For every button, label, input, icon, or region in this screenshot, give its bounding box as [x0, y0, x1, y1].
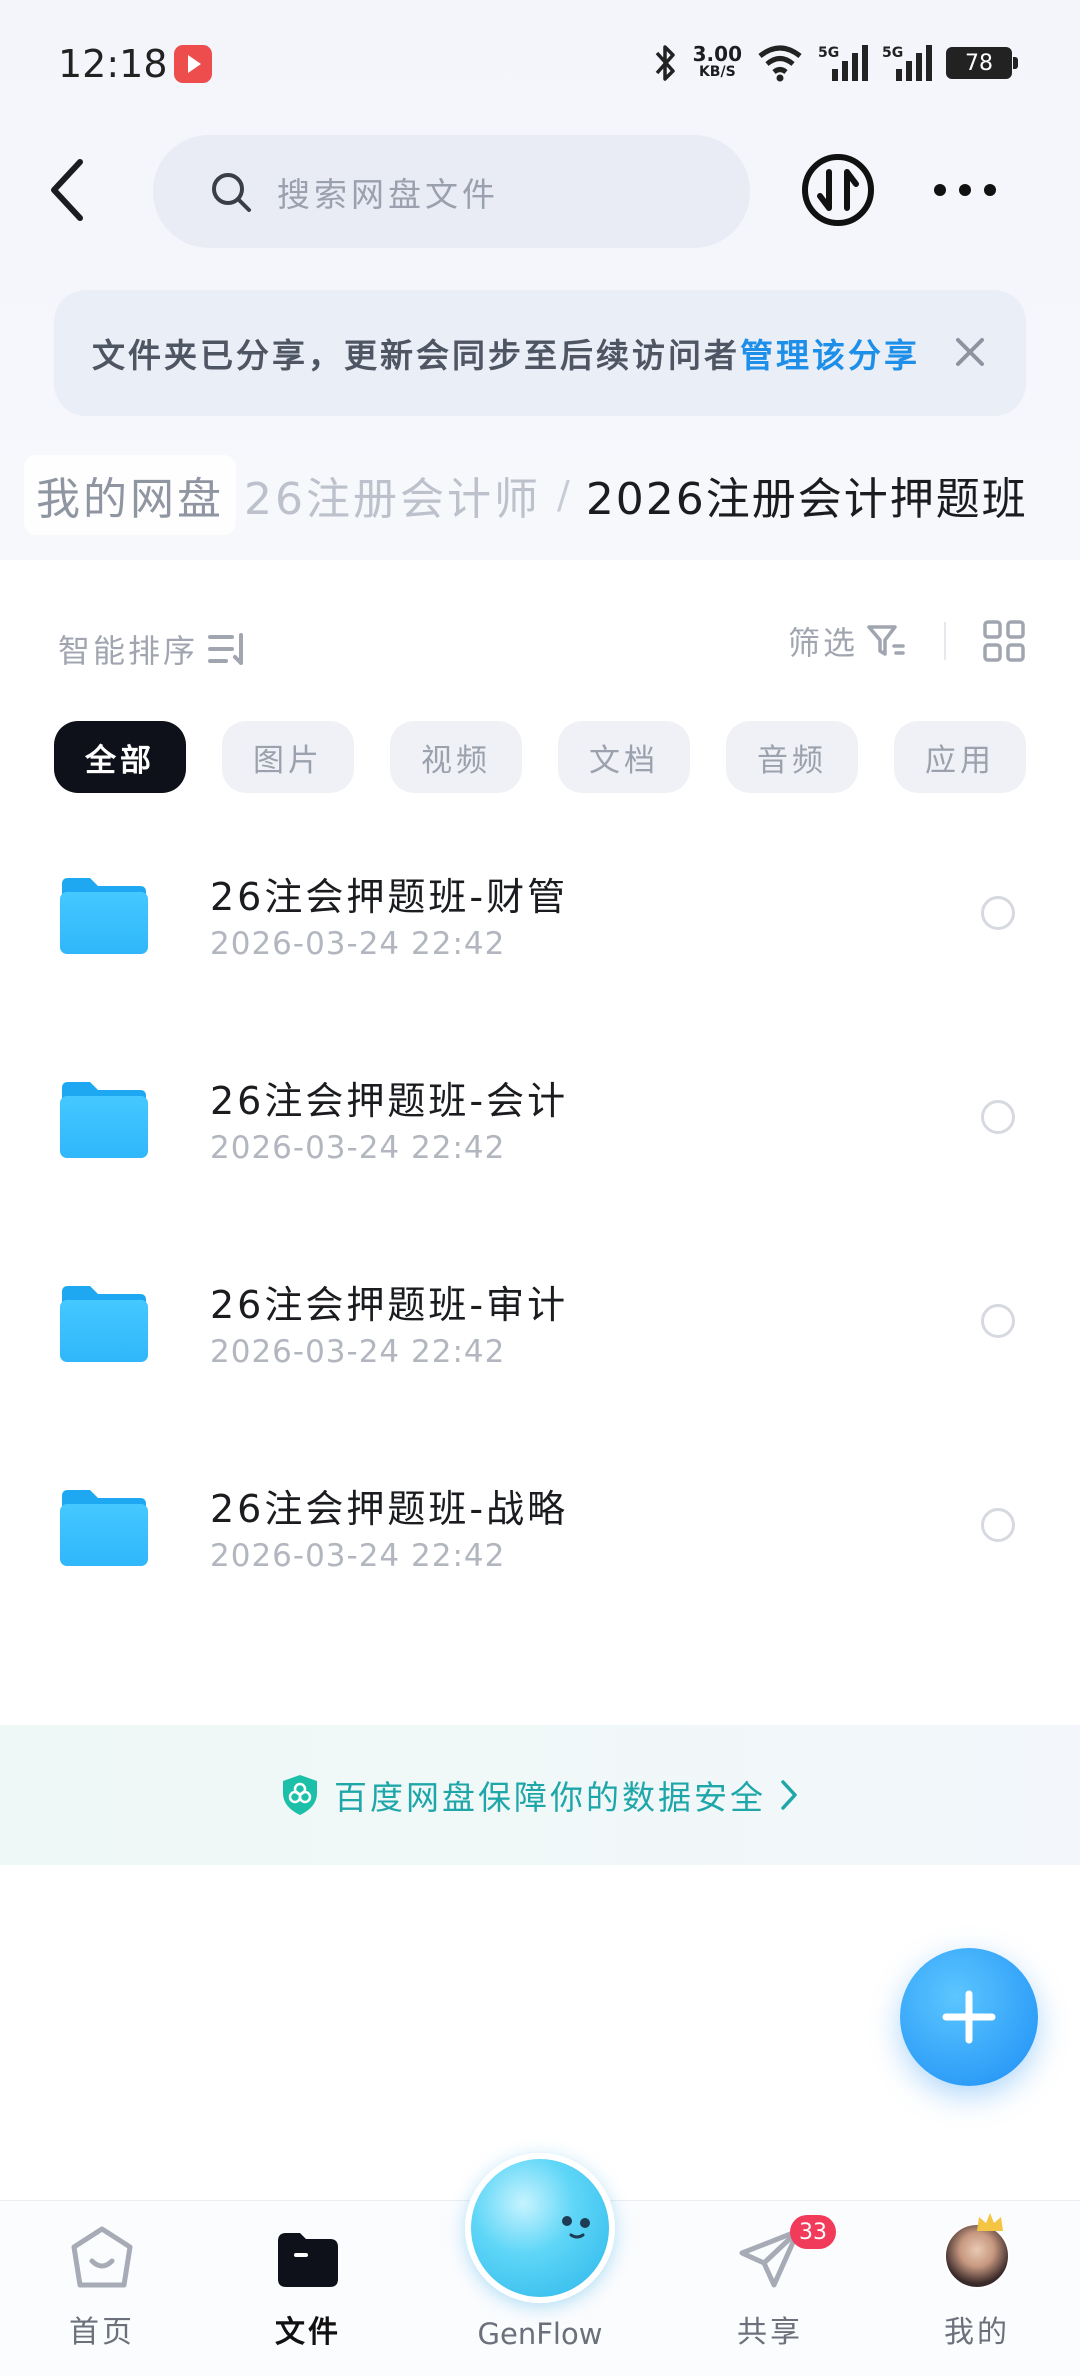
sort-label: 智能排序: [58, 632, 199, 670]
list-item[interactable]: 26注会押题班-战略 2026-03-24 22:42: [0, 1448, 1080, 1652]
chip-documents[interactable]: 文档: [558, 721, 690, 793]
chevron-right-icon: [781, 1780, 797, 1810]
breadcrumb-parent[interactable]: 26注册会计师: [244, 463, 541, 527]
security-text: 百度网盘保障你的数据安全: [334, 1778, 766, 1817]
bluetooth-icon: [655, 45, 675, 81]
more-options-button[interactable]: [930, 170, 1000, 210]
search-icon: [212, 172, 251, 212]
shield-icon: [283, 1775, 317, 1815]
list-item[interactable]: 26注会押题班-财管 2026-03-24 22:42: [0, 836, 1080, 1040]
breadcrumb-separator: /: [557, 473, 570, 517]
file-date: 2026-03-24 22:42: [210, 1334, 506, 1370]
breadcrumb-current: 2026注册会计押题班: [585, 474, 1028, 525]
folder-icon: [60, 1286, 148, 1362]
search-placeholder: 搜索网盘文件: [277, 174, 499, 214]
chip-all[interactable]: 全部: [54, 721, 186, 793]
folder-icon: [60, 1082, 148, 1158]
filter-icon[interactable]: [866, 622, 906, 660]
status-time: 12:18: [58, 42, 168, 86]
back-button[interactable]: [40, 150, 100, 230]
folder-nav-icon: [278, 2233, 338, 2287]
file-list: 26注会押题班-财管 2026-03-24 22:42 26注会押题班-会计 2…: [0, 836, 1080, 1652]
status-bar: 12:18 3.00 KB/S 5G 5G 78: [0, 0, 1080, 130]
category-chips: 全部 图片 视频 文档 音频 应用: [54, 721, 1026, 793]
add-button[interactable]: [900, 1948, 1038, 2086]
genflow-orb[interactable]: [465, 2153, 615, 2303]
crown-icon: [977, 2213, 1003, 2231]
share-count-badge: 33: [790, 2215, 836, 2249]
bottom-navigation: 首页 文件 GenFlow 共享 33 我的: [0, 2153, 1080, 2376]
nav-share-label: 共享: [737, 2315, 803, 2350]
select-checkbox[interactable]: [981, 1304, 1015, 1338]
close-icon[interactable]: [950, 332, 990, 372]
list-item[interactable]: 26注会押题班-审计 2026-03-24 22:42: [0, 1244, 1080, 1448]
search-input[interactable]: 搜索网盘文件: [153, 135, 750, 248]
video-app-notification-icon: [174, 45, 212, 83]
chip-apps[interactable]: 应用: [894, 721, 1026, 793]
select-checkbox[interactable]: [981, 1508, 1015, 1542]
folder-icon: [60, 1490, 148, 1566]
list-item[interactable]: 26注会押题班-会计 2026-03-24 22:42: [0, 1040, 1080, 1244]
file-date: 2026-03-24 22:42: [210, 1538, 506, 1574]
status-indicators: 3.00 KB/S 5G 5G 78: [653, 38, 1018, 88]
grid-view-icon[interactable]: [982, 619, 1026, 663]
nav-mine[interactable]: 我的: [897, 2223, 1057, 2373]
nav-mine-label: 我的: [944, 2315, 1010, 2350]
nav-home-label: 首页: [69, 2315, 135, 2350]
chip-videos[interactable]: 视频: [390, 721, 522, 793]
manage-share-link[interactable]: 管理该分享: [740, 329, 920, 377]
nav-genflow-label[interactable]: GenFlow: [440, 2317, 640, 2351]
share-banner-text: 文件夹已分享，更新会同步至后续访问者: [92, 336, 740, 375]
svg-text:5G: 5G: [882, 45, 903, 61]
home-icon: [71, 2226, 133, 2288]
security-banner[interactable]: 百度网盘保障你的数据安全: [0, 1725, 1080, 1865]
network-speed-value: 3.00: [692, 42, 742, 66]
file-name: 26注会押题班-审计: [210, 1283, 569, 1327]
plus-icon: [942, 1990, 996, 2044]
signal-5g-icon: 5G: [818, 45, 868, 81]
file-name: 26注会押题班-会计: [210, 1079, 569, 1123]
folder-icon: [60, 878, 148, 954]
nav-files[interactable]: 文件: [228, 2223, 388, 2373]
signal-5g-2-icon: 5G: [882, 45, 932, 81]
sort-button[interactable]: 智能排序: [58, 626, 248, 672]
battery-indicator: 78: [946, 47, 1018, 79]
genflow-mascot-icon: [562, 2216, 590, 2239]
select-checkbox[interactable]: [981, 896, 1015, 930]
network-speed-unit: KB/S: [698, 64, 736, 80]
breadcrumb-root[interactable]: 我的网盘: [24, 455, 236, 535]
sort-icon: [208, 633, 244, 665]
file-name: 26注会押题班-财管: [210, 875, 569, 919]
share-banner: 文件夹已分享，更新会同步至后续访问者 管理该分享: [54, 290, 1026, 416]
filter-controls: 筛选: [788, 618, 1026, 664]
nav-files-label: 文件: [275, 2315, 341, 2350]
file-date: 2026-03-24 22:42: [210, 1130, 506, 1166]
breadcrumb: 我的网盘 26注册会计师 / 2026注册会计押题班: [24, 455, 1080, 535]
nav-home[interactable]: 首页: [22, 2223, 182, 2373]
file-name: 26注会押题班-战略: [210, 1487, 569, 1531]
network-speed: 3.00 KB/S: [692, 42, 742, 81]
wifi-icon: [758, 45, 802, 82]
transfer-list-button[interactable]: [800, 152, 876, 228]
divider: [944, 622, 946, 660]
file-date: 2026-03-24 22:42: [210, 926, 506, 962]
filter-label[interactable]: 筛选: [788, 618, 858, 664]
chip-audio[interactable]: 音频: [726, 721, 858, 793]
svg-text:5G: 5G: [818, 45, 839, 61]
chip-images[interactable]: 图片: [222, 721, 354, 793]
select-checkbox[interactable]: [981, 1100, 1015, 1134]
